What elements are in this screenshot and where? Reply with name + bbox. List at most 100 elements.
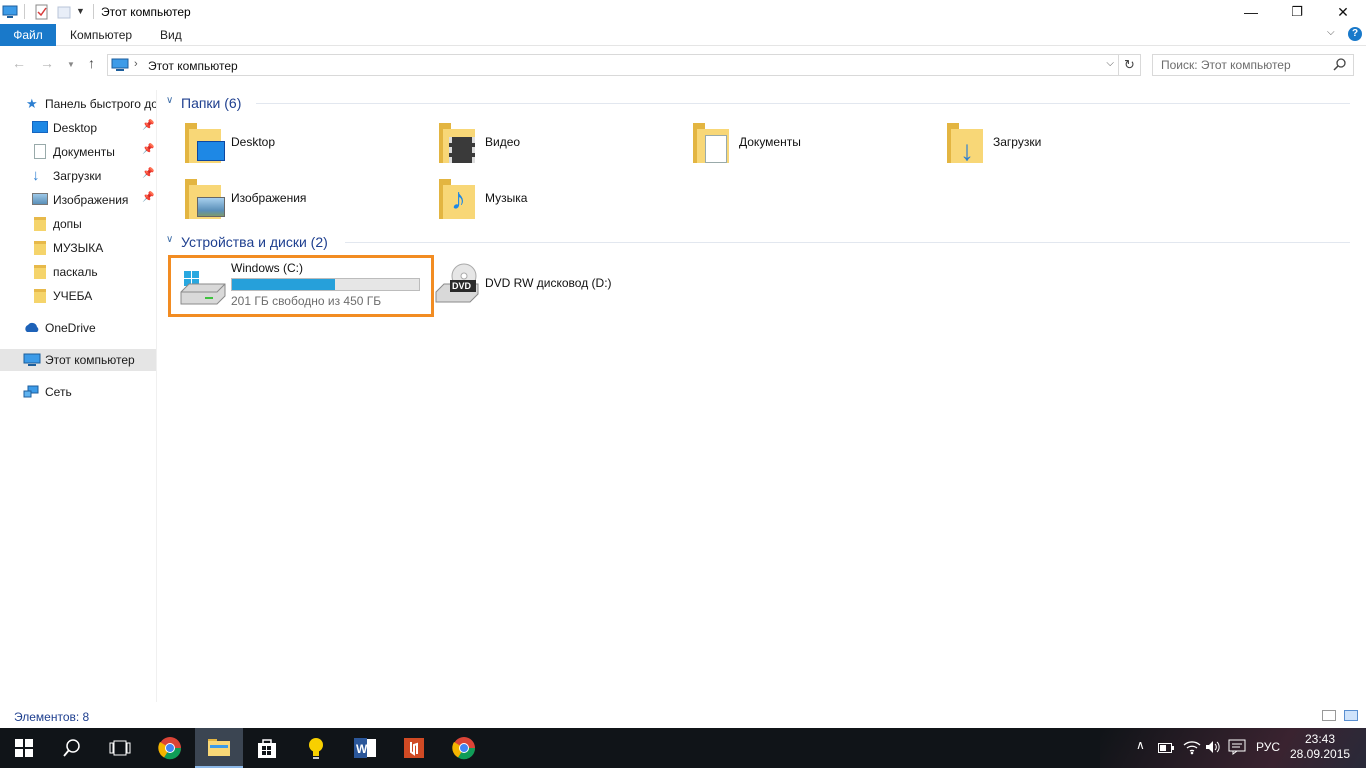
ribbon: Файл Компьютер Вид ⌵ ? <box>0 24 1366 46</box>
sidebar-item-label: Сеть <box>45 385 72 399</box>
taskbar-app-orange[interactable] <box>390 728 438 768</box>
collapse-chevron-icon[interactable]: ∨ <box>166 234 173 245</box>
details-view-icon[interactable] <box>1322 710 1336 721</box>
sidebar-item-folder[interactable]: УЧЕБА <box>0 285 156 307</box>
folder-tile-videos[interactable]: Видео <box>414 117 664 169</box>
search-box[interactable] <box>1152 54 1354 76</box>
folder-tile-downloads[interactable]: ↓ Загрузки <box>922 117 1172 169</box>
downloads-folder-icon: ↓ <box>947 123 987 166</box>
taskbar-tips[interactable] <box>292 728 340 768</box>
group-header-devices[interactable]: ∨ Устройства и диски (2) <box>160 231 1358 253</box>
pictures-folder-icon <box>185 179 225 219</box>
address-bar[interactable]: › Этот компьютер ⌵ <box>107 54 1119 76</box>
help-icon[interactable]: ? <box>1348 27 1362 41</box>
sidebar-item-folder[interactable]: допы <box>0 213 156 235</box>
taskbar-chrome[interactable] <box>146 728 194 768</box>
tab-computer[interactable]: Компьютер <box>58 24 144 46</box>
computer-icon <box>111 58 129 75</box>
picture-icon <box>32 193 48 205</box>
address-dropdown-icon[interactable]: ⌵ <box>1106 58 1114 69</box>
sidebar-item-folder[interactable]: МУЗЫКА <box>0 237 156 259</box>
drive-tile-c[interactable]: Windows (C:) 201 ГБ свободно из 450 ГБ <box>168 255 434 317</box>
refresh-icon: ↻ <box>1124 57 1135 72</box>
maximize-button[interactable]: ❐ <box>1274 0 1320 24</box>
breadcrumb-chevron-icon[interactable]: › <box>134 58 138 70</box>
taskbar-store[interactable] <box>243 728 291 768</box>
sidebar-item-network[interactable]: Сеть <box>0 381 156 403</box>
expand-ribbon-icon[interactable]: ⌵ <box>1327 27 1335 38</box>
sidebar-item-label: OneDrive <box>45 321 96 335</box>
desktop-folder-icon <box>185 123 225 163</box>
show-hidden-icons-chevron-icon[interactable]: ∧ <box>1136 738 1145 752</box>
sidebar-item-documents[interactable]: Документы 📌 <box>0 141 156 163</box>
content-pane: ∨ Папки (6) Desktop Видео Документы ↓ За… <box>160 90 1366 702</box>
chrome-icon <box>158 737 182 760</box>
start-button[interactable] <box>0 728 48 768</box>
pin-icon[interactable]: 📌 <box>142 144 154 155</box>
sidebar-item-label: допы <box>53 217 82 231</box>
folder-label: Изображения <box>231 191 307 205</box>
forward-arrow-icon[interactable]: → <box>40 55 54 71</box>
folder-icon <box>34 241 46 255</box>
up-arrow-icon[interactable]: ↑ <box>88 55 95 71</box>
separator <box>24 4 25 19</box>
window-title: Этот компьютер <box>101 5 191 19</box>
folder-tile-music[interactable]: ♪ Музыка <box>414 173 664 225</box>
sidebar-item-quick-access[interactable]: ★ Панель быстрого доступа <box>0 93 156 115</box>
status-bar: Элементов: 8 <box>0 702 1366 728</box>
properties-icon[interactable] <box>33 3 49 20</box>
back-arrow-icon[interactable]: ← <box>12 55 26 71</box>
wifi-icon[interactable] <box>1183 739 1201 758</box>
sidebar-item-downloads[interactable]: ↓ Загрузки 📌 <box>0 165 156 187</box>
folder-tile-documents[interactable]: Документы <box>668 117 918 169</box>
search-input[interactable] <box>1153 55 1329 75</box>
star-icon: ★ <box>26 96 38 111</box>
sidebar-item-folder[interactable]: паскаль <box>0 261 156 283</box>
tab-file[interactable]: Файл <box>0 24 56 46</box>
music-folder-icon: ♪ <box>439 179 479 219</box>
collapse-chevron-icon[interactable]: ∨ <box>166 95 173 106</box>
folder-icon <box>34 217 46 231</box>
folder-label: Документы <box>739 135 801 149</box>
folder-tile-desktop[interactable]: Desktop <box>160 117 410 169</box>
folder-tile-pictures[interactable]: Изображения <box>160 173 410 225</box>
folder-icon <box>34 265 46 279</box>
clock[interactable]: 23:43 28.09.2015 <box>1290 732 1350 762</box>
computer-icon[interactable] <box>2 3 18 20</box>
windows-logo-icon <box>15 739 33 757</box>
refresh-button[interactable]: ↻ <box>1119 54 1141 76</box>
input-language[interactable]: РУС <box>1256 740 1280 754</box>
separator <box>93 4 94 19</box>
sidebar-item-this-pc[interactable]: Этот компьютер <box>0 349 156 371</box>
group-title: Папки (6) <box>181 95 242 111</box>
search-button[interactable] <box>48 728 96 768</box>
large-icons-view-icon[interactable] <box>1344 710 1358 721</box>
volume-icon[interactable] <box>1205 739 1221 758</box>
sidebar-item-desktop[interactable]: Desktop 📌 <box>0 117 156 139</box>
breadcrumb-this-pc[interactable]: Этот компьютер <box>148 59 238 73</box>
customize-toolbar-icon[interactable]: ▼ <box>76 6 92 23</box>
sidebar-item-label: Документы <box>53 145 115 159</box>
close-button[interactable]: ✕ <box>1320 0 1366 24</box>
tab-view[interactable]: Вид <box>148 24 194 46</box>
battery-icon[interactable] <box>1158 742 1174 756</box>
pin-icon[interactable]: 📌 <box>142 120 154 131</box>
recent-locations-icon[interactable]: ▼ <box>67 60 75 69</box>
notifications-icon[interactable] <box>1228 739 1246 758</box>
svg-text:W: W <box>356 742 368 756</box>
disk-usage-fill <box>232 279 336 290</box>
minimize-button[interactable]: — <box>1228 0 1274 24</box>
clock-time: 23:43 <box>1304 732 1336 746</box>
taskbar-word[interactable]: W <box>341 728 389 768</box>
sidebar-item-onedrive[interactable]: OneDrive <box>0 317 156 339</box>
pin-icon[interactable]: 📌 <box>142 192 154 203</box>
new-folder-icon[interactable] <box>56 3 72 20</box>
search-icon[interactable] <box>1333 57 1347 74</box>
taskbar-chrome-2[interactable] <box>440 728 488 768</box>
task-view-button[interactable] <box>96 728 144 768</box>
divider <box>256 103 1350 104</box>
taskbar-file-explorer[interactable] <box>195 728 243 768</box>
pin-icon[interactable]: 📌 <box>142 168 154 179</box>
group-header-folders[interactable]: ∨ Папки (6) <box>160 92 1358 114</box>
sidebar-item-pictures[interactable]: Изображения 📌 <box>0 189 156 211</box>
